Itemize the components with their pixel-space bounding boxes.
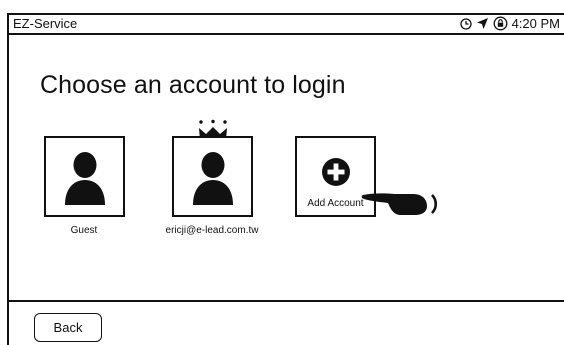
user-avatar-icon	[192, 151, 233, 205]
status-bar: EZ-Service 4:20 PM	[9, 15, 564, 35]
account-tile-guest[interactable]	[44, 136, 125, 217]
clock-icon	[459, 17, 472, 30]
page-title: Choose an account to login	[40, 71, 346, 99]
app-title: EZ-Service	[13, 16, 78, 31]
status-time: 4:20 PM	[511, 16, 560, 31]
account-tile-user[interactable]	[172, 136, 253, 217]
lock-rotation-icon	[493, 16, 508, 31]
pointing-hand-icon	[361, 183, 443, 222]
user-avatar-icon	[64, 151, 105, 205]
account-label-user: ericji@e-lead.com.tw	[165, 225, 259, 236]
device-frame: EZ-Service 4:20 PM Choose an account to …	[7, 13, 564, 345]
account-label-guest: Guest	[70, 225, 98, 236]
footer-divider	[9, 300, 564, 302]
back-button[interactable]: Back	[34, 313, 102, 342]
plus-circle-icon	[321, 158, 350, 186]
status-indicators: 4:20 PM	[459, 16, 560, 31]
location-arrow-icon	[476, 17, 489, 30]
